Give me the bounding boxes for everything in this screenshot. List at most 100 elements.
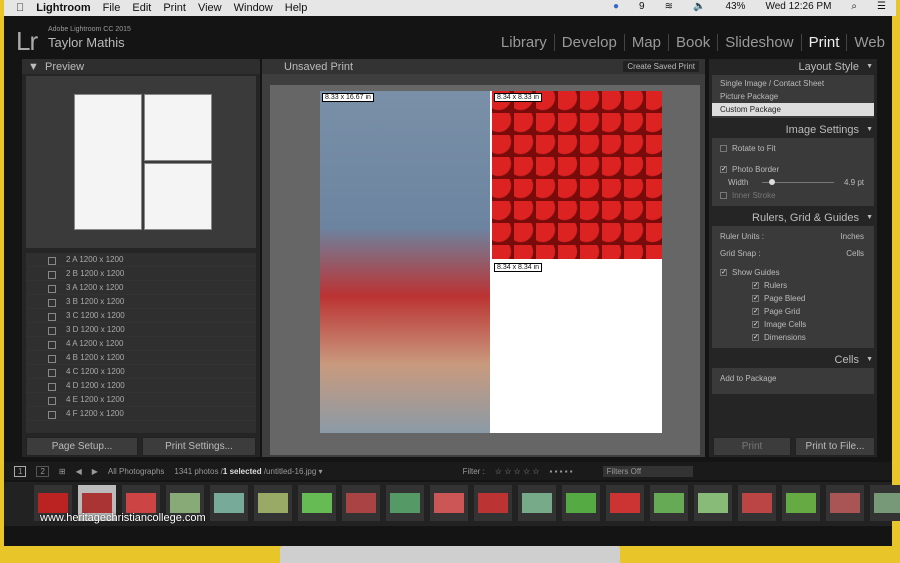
template-item[interactable]: 3 C 1200 x 1200 [26,309,256,323]
rulers-title: Rulers, Grid & Guides [752,212,859,224]
menu-app[interactable]: Lightroom [36,2,90,14]
border-width-value[interactable]: 4.9 pt [844,176,864,189]
volume-icon[interactable]: 🔈 [693,1,705,12]
rulers-header[interactable]: Rulers, Grid & Guides [709,210,877,226]
layout-option-single[interactable]: Single Image / Contact Sheet [712,77,874,90]
module-library[interactable]: Library [494,34,555,51]
preview-cell [144,163,212,230]
filmstrip-thumbnail[interactable] [870,485,900,521]
ruler-units-select[interactable]: Inches [840,230,864,243]
filmstrip-thumbnail[interactable] [430,485,468,521]
filmstrip-thumbnail[interactable] [518,485,556,521]
print-to-file-button[interactable]: Print to File... [795,437,875,456]
filmstrip-thumbnail[interactable] [826,485,864,521]
menu-print[interactable]: Print [163,2,186,14]
back-arrow-icon[interactable]: ◀ [76,467,82,476]
template-item[interactable]: 4 D 1200 x 1200 [26,379,256,393]
rating-filter-stars[interactable]: ☆ ☆ ☆ ☆ ☆ [495,467,540,476]
show-guides-checkbox[interactable]: ✓ Show Guides [712,266,874,279]
template-list: 2 A 1200 x 1200 2 B 1200 x 1200 3 A 1200 x… [26,253,256,433]
template-item[interactable]: 2 B 1200 x 1200 [26,267,256,281]
add-to-package-button[interactable]: Add to Package [712,372,874,385]
filmstrip-thumbnail[interactable] [782,485,820,521]
filmstrip-thumbnail[interactable] [342,485,380,521]
template-item[interactable]: 4 E 1200 x 1200 [26,393,256,407]
notification-icon[interactable]: ☰ [877,1,886,12]
preview-header[interactable]: ▼ Preview [22,59,260,74]
layout-option-picture-package[interactable]: Picture Package [712,90,874,103]
photo-cell-strawberries-pile[interactable] [492,91,662,259]
layout-option-custom-package[interactable]: Custom Package [712,103,874,116]
template-item[interactable]: 4 F 1200 x 1200 [26,407,256,421]
filmstrip-thumbnail[interactable] [474,485,512,521]
grid-icon[interactable]: ⊞ [59,467,66,476]
color-filter[interactable]: ▪ ▪ ▪ ▪ ▪ [550,467,573,476]
filmstrip-thumbnail[interactable] [606,485,644,521]
guide-checkbox[interactable]: ✓ Dimensions [712,331,874,344]
module-develop[interactable]: Develop [555,34,625,51]
battery-percent[interactable]: 43% [725,1,745,12]
filmstrip-thumbnail[interactable] [562,485,600,521]
module-web[interactable]: Web [847,34,892,51]
module-print[interactable]: Print [802,34,848,51]
filmstrip-thumbnail[interactable] [386,485,424,521]
cells-header[interactable]: Cells [709,352,877,368]
spotlight-icon[interactable]: ⌕ [851,1,857,12]
photo-cell-strawberry-field[interactable] [492,261,662,433]
rotate-to-fit-checkbox[interactable]: Rotate to Fit [712,142,874,155]
menu-file[interactable]: File [103,2,121,14]
image-settings-header[interactable]: Image Settings [709,122,877,138]
forward-arrow-icon[interactable]: ▶ [92,467,98,476]
print-settings-button[interactable]: Print Settings... [142,437,256,456]
cell-dimension-label: 8.34 x 8.33 in [494,93,543,102]
slider-handle[interactable] [769,179,776,185]
template-item[interactable]: 4 C 1200 x 1200 [26,365,256,379]
module-slideshow[interactable]: Slideshow [718,34,802,51]
filmstrip-thumbnail[interactable] [210,485,248,521]
filmstrip-thumbnail[interactable] [254,485,292,521]
filmstrip-thumbnail[interactable] [298,485,336,521]
template-item[interactable]: 3 B 1200 x 1200 [26,295,256,309]
wifi-icon[interactable]: ≋ [665,1,673,12]
grid-snap-select[interactable]: Cells [846,247,864,260]
module-book[interactable]: Book [669,34,719,51]
clock[interactable]: Wed 12:26 PM [765,1,831,12]
template-item[interactable]: 4 A 1200 x 1200 [26,337,256,351]
guide-checkbox[interactable]: ✓ Page Bleed [712,292,874,305]
dock[interactable] [280,546,620,563]
source-label[interactable]: All Photographs [108,467,164,476]
filmstrip-thumbnail[interactable] [694,485,732,521]
filmstrip-thumbnail[interactable] [650,485,688,521]
filters-select[interactable]: Filters Off [602,465,693,477]
layout-style-header[interactable]: Layout Style [709,59,877,75]
inner-stroke-label: Inner Stroke [732,191,776,200]
selection-info[interactable]: 1341 photos /1 selected /untitled-16.jpg… [174,467,322,476]
template-item[interactable]: 4 B 1200 x 1200 [26,351,256,365]
guide-checkbox[interactable]: ✓ Rulers [712,279,874,292]
module-map[interactable]: Map [625,34,669,51]
template-item[interactable]: 2 A 1200 x 1200 [26,253,256,267]
guide-checkbox[interactable]: ✓ Image Cells [712,318,874,331]
guide-checkbox[interactable]: ✓ Page Grid [712,305,874,318]
grid-snap-row[interactable]: Grid Snap : Cells [712,247,874,260]
inner-stroke-checkbox[interactable]: Inner Stroke [712,189,874,202]
photo-border-checkbox[interactable]: ✓ Photo Border [712,163,874,176]
template-item[interactable]: 3 D 1200 x 1200 [26,323,256,337]
menu-help[interactable]: Help [285,2,308,14]
photo-cell-strawberries-hands[interactable] [320,91,490,433]
menu-window[interactable]: Window [234,2,273,14]
apple-icon[interactable]:  [16,2,24,14]
window-1-button[interactable]: 1 [14,465,27,477]
print-button[interactable]: Print [713,437,791,456]
module-picker: Library Develop Map Book Slideshow Print… [494,34,892,51]
creative-cloud-icon[interactable]: ● [613,1,619,12]
menu-edit[interactable]: Edit [132,2,151,14]
border-width-slider[interactable] [762,179,834,185]
menu-view[interactable]: View [198,2,222,14]
filmstrip-thumbnail[interactable] [738,485,776,521]
ruler-units-row[interactable]: Ruler Units : Inches [712,230,874,243]
template-item[interactable]: 3 A 1200 x 1200 [26,281,256,295]
page-setup-button[interactable]: Page Setup... [26,437,138,456]
window-2-button[interactable]: 2 [36,465,49,477]
create-saved-print-button[interactable]: Create Saved Print [623,61,699,72]
